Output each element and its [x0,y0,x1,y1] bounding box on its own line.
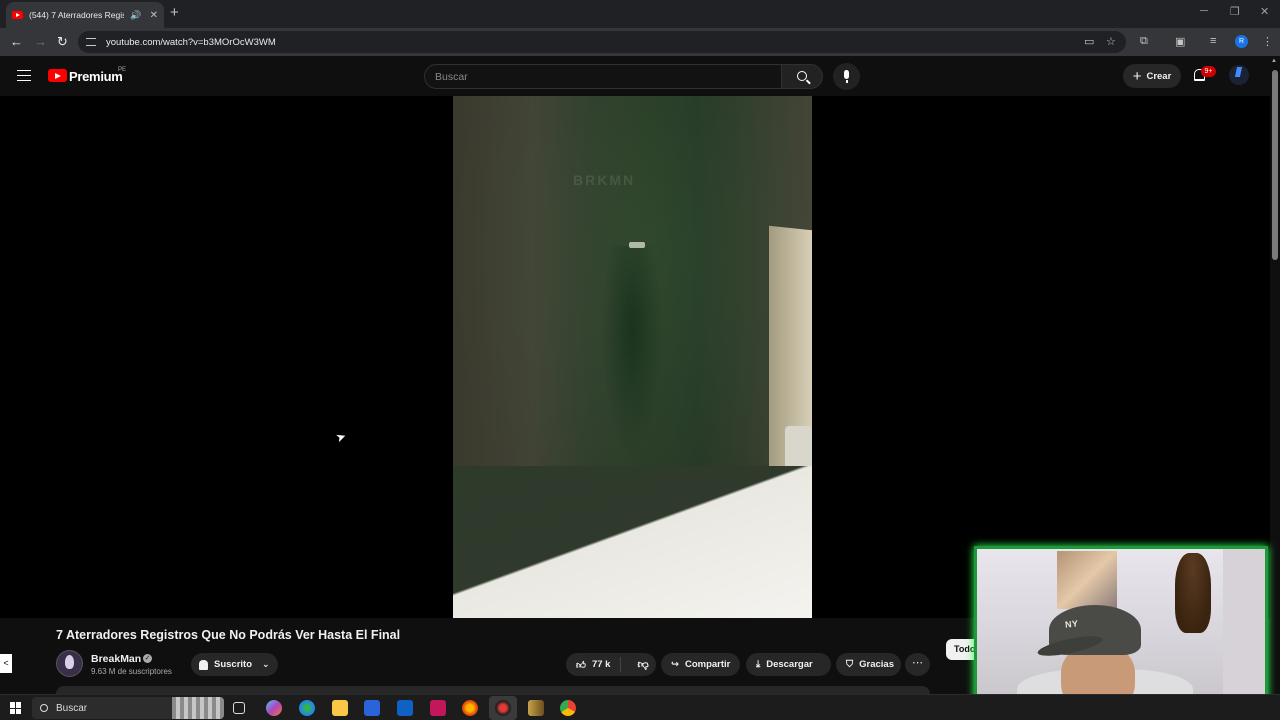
minimize-icon[interactable]: ─ [1200,5,1208,17]
video-watermark: BRKMN [573,172,636,188]
chevron-down-icon: ⌄ [262,659,270,669]
back-icon[interactable]: ← [10,34,23,49]
logo-premium-text[interactable]: Premium [69,69,123,84]
firefox-icon[interactable] [462,700,478,716]
channel-avatar[interactable] [56,650,83,677]
microphone-icon [844,70,849,83]
outlook-icon[interactable] [397,700,413,716]
file-explorer-icon[interactable] [332,700,348,716]
bookmark-star-icon[interactable]: ☆ [1106,35,1116,48]
subscriber-count: 9.63 M de suscriptores [91,667,172,676]
chrome-browser-icon[interactable] [560,700,576,716]
thanks-label: Gracias [859,659,895,670]
plus-icon: + [1132,67,1142,85]
download-icon: ⤓ [756,659,761,670]
taskbar-search-icon [40,704,48,712]
microsoft-store-icon[interactable] [364,700,380,716]
cast-icon[interactable]: ▭ [1084,35,1094,48]
browser-toolbar: ← → ↻ youtube.com/watch?v=b3MOrOcW3WM ▭ … [0,28,1280,56]
like-count: 77 k [591,659,611,670]
browser-profile-avatar[interactable]: R [1235,35,1248,48]
extensions-icon[interactable]: ⧉ [1140,35,1148,48]
share-arrow-icon: ↪ [671,659,679,670]
youtube-logo-icon[interactable] [48,69,67,82]
channel-name[interactable]: BreakMan [91,653,141,665]
voice-search-button[interactable] [833,63,860,90]
webcam-poster [1057,551,1117,609]
like-dislike-group: 👍︎ 77 k 👎︎ [566,653,656,676]
like-button[interactable]: 👍︎ 77 k [566,657,622,672]
left-edge-button[interactable]: < [0,654,12,673]
more-actions-button[interactable]: ⋯ [905,653,930,676]
audio-playing-icon[interactable]: 🔊 [130,10,141,21]
scroll-up-arrow-icon[interactable]: ▲ [1271,58,1277,64]
browser-tab[interactable]: (544) 7 Aterradores Registros Que No Pod… [6,2,164,28]
video-player[interactable]: BRKMN ➤ [0,96,1270,618]
close-tab-icon[interactable]: ✕ [150,10,158,21]
taskbar-search[interactable]: Buscar [32,697,224,719]
search-highlight-image [172,697,224,719]
download-label: Descargar [766,659,813,670]
floor-light [453,466,812,618]
windows-start-icon[interactable] [10,702,22,714]
new-tab-icon[interactable]: + [170,4,179,21]
page-scrollbar[interactable]: ▲ [1270,56,1280,720]
video-frame[interactable]: BRKMN [453,96,812,618]
game-launcher-icon[interactable] [528,700,544,716]
address-bar[interactable]: youtube.com/watch?v=b3MOrOcW3WM [78,31,1126,53]
media-controls-icon[interactable]: ≡ [1210,35,1216,47]
scrollbar-thumb[interactable] [1272,70,1278,260]
taskbar-search-label: Buscar [56,702,88,714]
site-info-icon[interactable] [86,38,96,46]
subscribed-label: Suscrito [214,659,253,670]
thanks-button[interactable]: ⛉ Gracias [836,653,901,676]
logo-country-code: PE [118,67,127,73]
youtube-header: Premium PE + Crear 9+ [0,56,1280,96]
thumbs-down-icon[interactable]: 👎︎ [627,658,648,671]
url-text: youtube.com/watch?v=b3MOrOcW3WM [106,36,276,48]
windows-taskbar: Buscar [0,694,1280,720]
capcut-icon[interactable] [430,700,446,716]
reload-icon[interactable]: ↻ [57,34,68,50]
tab-title: (544) 7 Aterradores Registros Que No Pod… [29,10,125,20]
account-avatar[interactable] [1229,65,1249,85]
super-thanks-icon: ⛉ [846,659,854,670]
video-title: 7 Aterradores Registros Que No Podrás Ve… [56,628,401,642]
description-box[interactable] [56,686,930,694]
create-label: Crear [1146,70,1172,82]
webcam-teddy-bear [1175,553,1211,633]
search-button[interactable] [781,64,823,89]
youtube-favicon-icon [12,11,23,19]
menu-hamburger-icon[interactable] [17,70,31,81]
figure-glow [629,242,645,248]
create-button[interactable]: + Crear [1123,64,1181,88]
search-field[interactable] [424,64,782,89]
obs-studio-icon[interactable] [495,700,511,716]
webcam-cap-text: NY [1064,618,1080,630]
webcam-overlay: NY [974,546,1268,710]
edge-browser-icon[interactable] [299,700,315,716]
verified-check-icon: ✓ [143,654,152,663]
webcam-shelf [1223,549,1265,707]
restore-icon[interactable]: ❐ [1230,5,1240,18]
notifications-badge: 9+ [1201,66,1216,77]
share-label: Compartir [684,659,731,670]
mouse-cursor-icon: ➤ [333,428,349,446]
copilot-icon[interactable] [266,700,282,716]
download-button[interactable]: ⤓ Descargar [746,653,831,676]
thumbs-up-icon: 👍︎ [576,659,586,671]
subscription-bell-icon [199,659,208,670]
forward-icon[interactable]: → [34,34,47,49]
close-window-icon[interactable]: ✕ [1260,5,1269,18]
doorway-object [785,426,812,471]
browser-tab-bar: (544) 7 Aterradores Registros Que No Pod… [0,0,1280,28]
share-button[interactable]: ↪ Compartir [661,653,740,676]
browser-menu-icon[interactable]: ⋮ [1262,35,1273,48]
search-input[interactable] [435,70,781,83]
task-view-icon[interactable] [233,702,245,714]
search-icon [797,71,807,81]
reading-mode-icon[interactable]: ▣ [1175,35,1185,48]
subscribed-button[interactable]: Suscrito ⌄ [191,653,278,676]
shadow-figure [601,246,663,456]
